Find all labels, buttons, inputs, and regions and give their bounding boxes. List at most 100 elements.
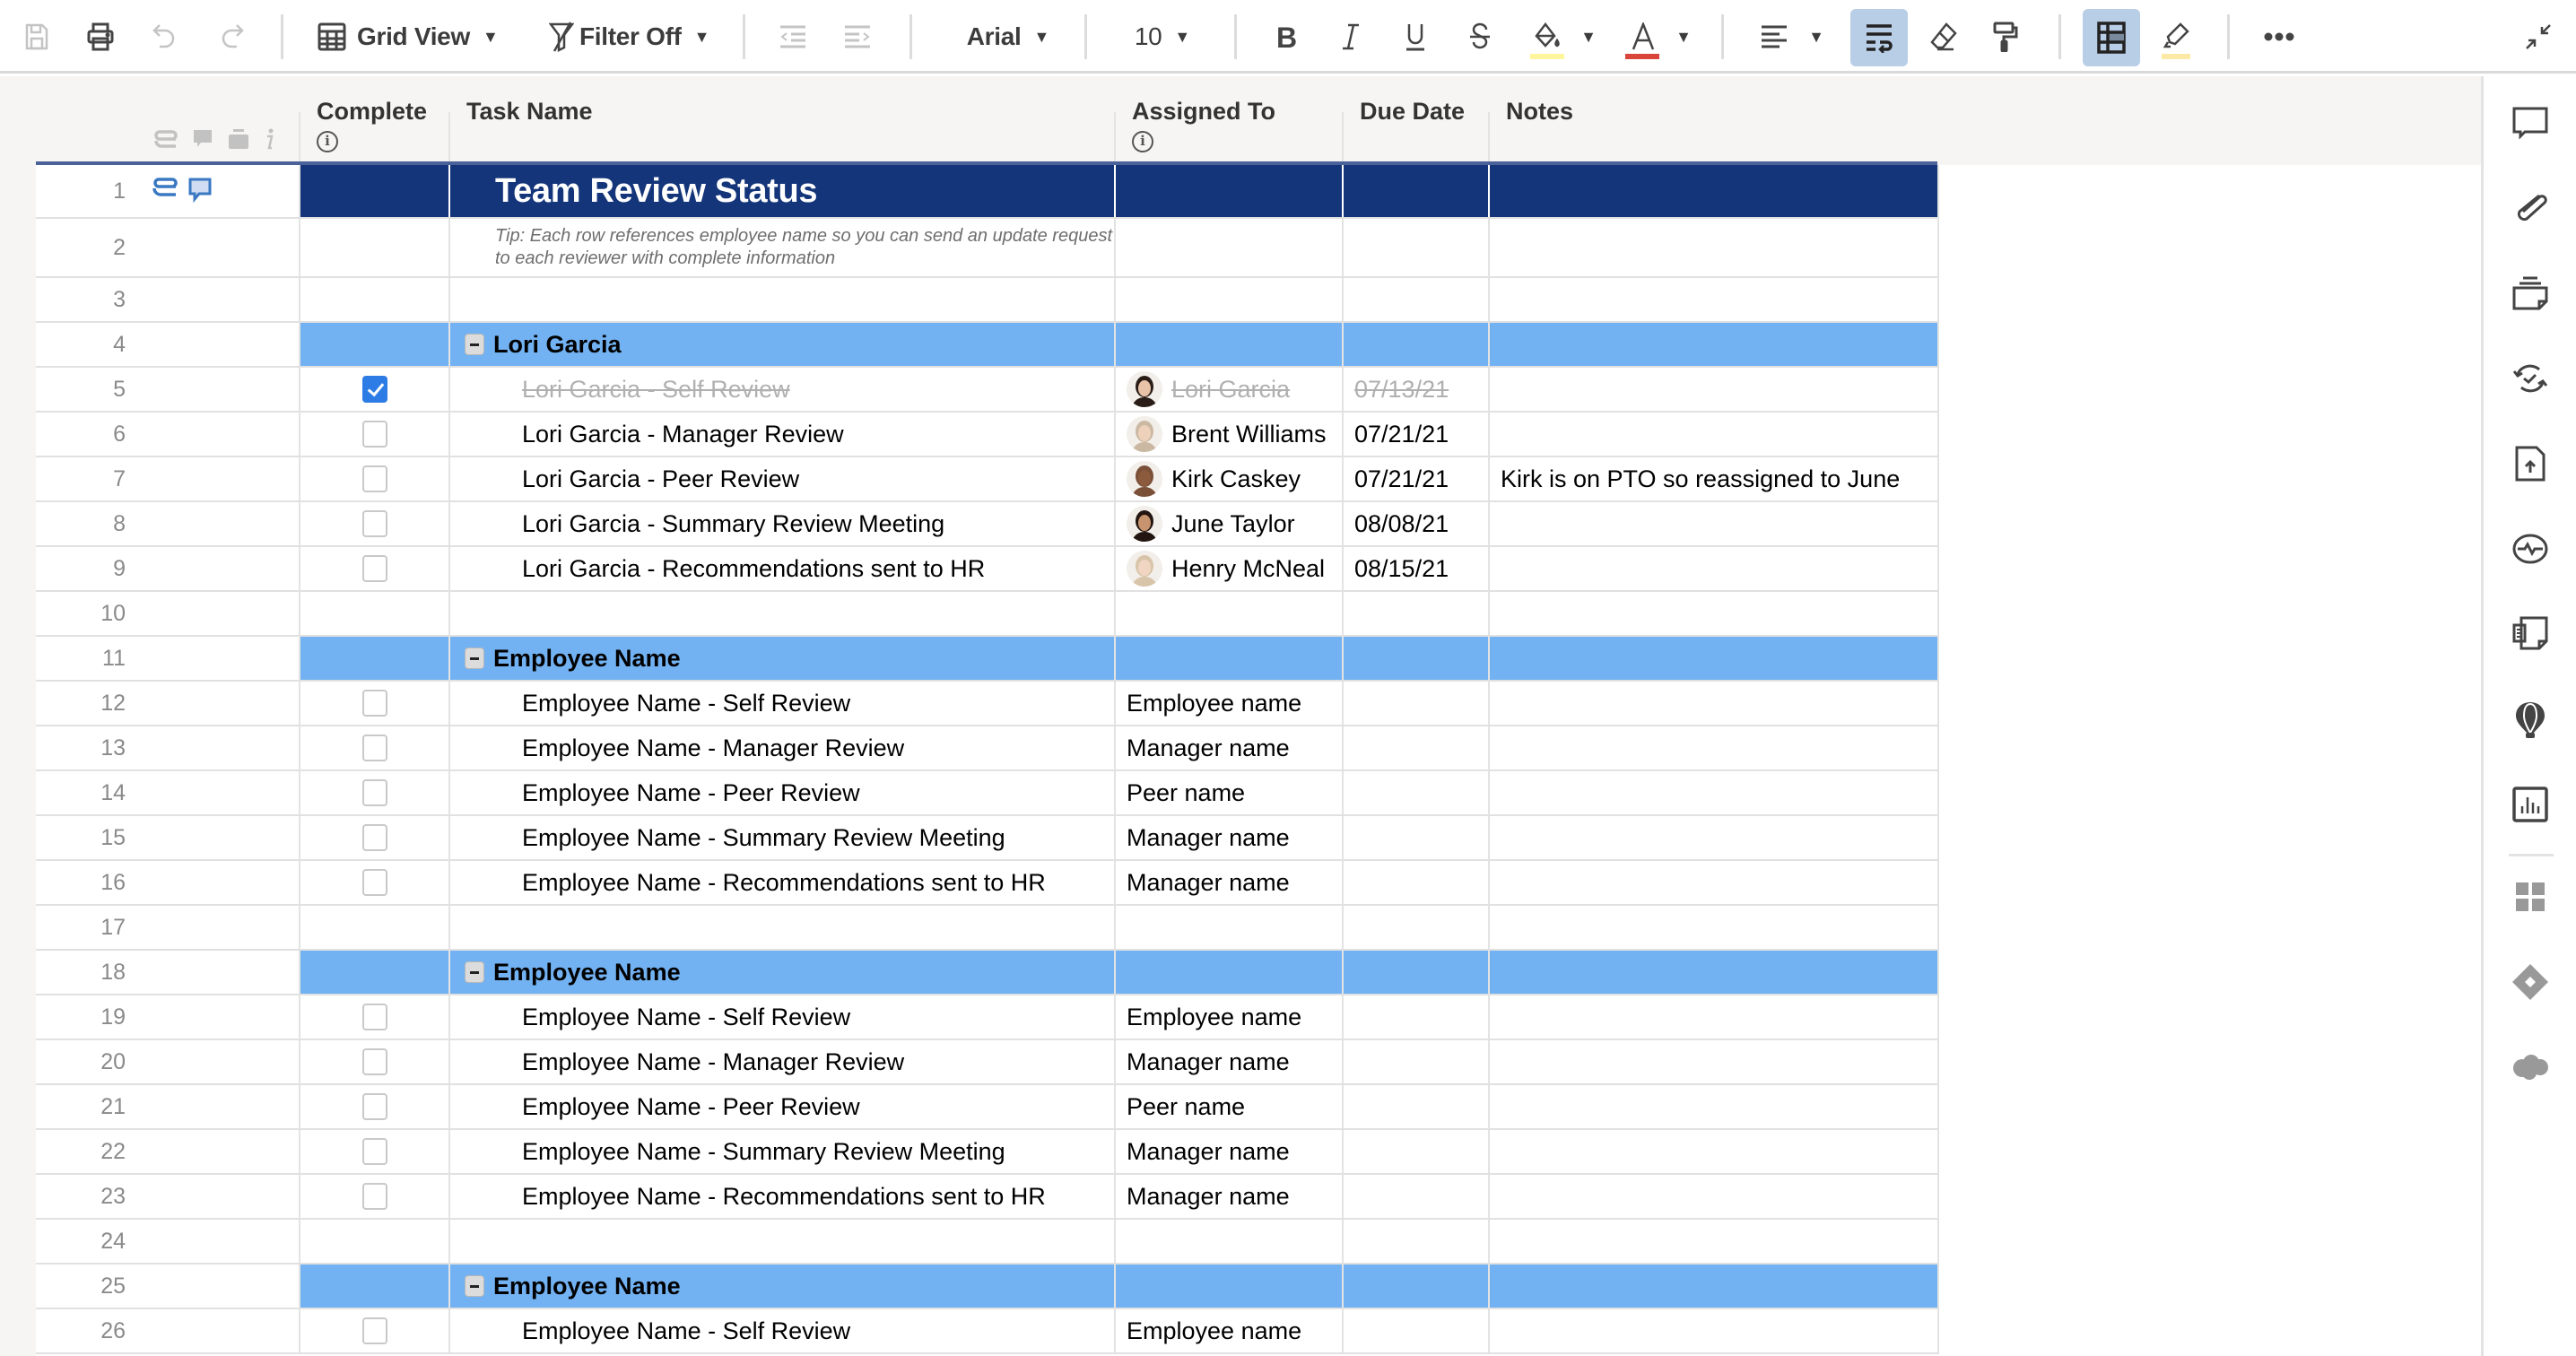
notes-cell[interactable] — [1490, 1130, 1939, 1173]
due-date-cell[interactable] — [1344, 592, 1490, 635]
conversations-button[interactable] — [2484, 96, 2576, 150]
notes-cell[interactable] — [1490, 592, 1939, 635]
row-number-cell[interactable]: 25 — [36, 1265, 300, 1308]
task-name-cell[interactable]: Lori Garcia - Peer Review — [450, 457, 1116, 500]
task-name-cell[interactable]: Employee Name - Recommendations sent to … — [450, 861, 1116, 904]
outdent-button[interactable] — [775, 13, 811, 61]
table-row[interactable]: 6 Lori Garcia - Manager Review Brent Willi… — [36, 413, 1939, 457]
notes-cell[interactable] — [1490, 861, 1939, 904]
due-date-cell[interactable] — [1344, 1130, 1490, 1173]
complete-cell[interactable] — [300, 1130, 450, 1173]
assigned-to-cell[interactable]: Peer name — [1116, 771, 1344, 814]
notes-cell[interactable] — [1490, 323, 1939, 366]
due-date-cell[interactable] — [1344, 323, 1490, 366]
bold-button[interactable]: B — [1266, 13, 1306, 61]
assigned-to-cell[interactable]: Henry McNeal — [1116, 547, 1344, 590]
due-date-cell[interactable] — [1344, 861, 1490, 904]
table-row[interactable]: 26 Employee Name - Self Review Employee na… — [36, 1309, 1939, 1354]
strikethrough-button[interactable] — [1460, 13, 1500, 61]
due-date-cell[interactable]: 08/15/21 — [1344, 547, 1490, 590]
table-row[interactable]: 3 — [36, 278, 1939, 323]
complete-cell[interactable] — [300, 413, 450, 456]
row-number-cell[interactable]: 26 — [36, 1309, 300, 1352]
assigned-to-cell[interactable]: Manager name — [1116, 1040, 1344, 1083]
table-row[interactable]: 22 Employee Name - Summary Review Meeting… — [36, 1130, 1939, 1175]
table-row[interactable]: 16 Employee Name - Recommendations sent t… — [36, 861, 1939, 906]
table-row[interactable]: 12 Employee Name - Self Review Employee na… — [36, 682, 1939, 726]
column-header-notes[interactable]: Notes — [1490, 76, 1938, 165]
row-number-cell[interactable]: 16 — [36, 861, 300, 904]
assigned-to-cell[interactable] — [1116, 592, 1344, 635]
notes-cell[interactable] — [1490, 1220, 1939, 1263]
notes-cell[interactable] — [1490, 502, 1939, 545]
complete-cell[interactable] — [300, 219, 450, 276]
complete-cell[interactable] — [300, 1085, 450, 1128]
task-name-cell[interactable]: Employee Name — [450, 951, 1116, 994]
assigned-to-cell[interactable] — [1116, 906, 1344, 949]
complete-checkbox[interactable] — [361, 690, 387, 717]
undo-button[interactable] — [145, 13, 185, 61]
complete-checkbox[interactable] — [361, 555, 387, 582]
task-name-cell[interactable]: Lori Garcia - Summary Review Meeting — [450, 502, 1116, 545]
row-number-cell[interactable]: 11 — [36, 637, 300, 680]
task-name-cell[interactable]: Employee Name - Summary Review Meeting — [450, 816, 1116, 859]
group-row[interactable]: 25 Employee Name — [36, 1265, 1939, 1309]
row-number-cell[interactable]: 7 — [36, 457, 300, 500]
notes-cell[interactable] — [1490, 219, 1939, 276]
notes-cell[interactable] — [1490, 816, 1939, 859]
indent-button[interactable] — [840, 13, 875, 61]
complete-checkbox[interactable] — [361, 465, 387, 492]
notes-cell[interactable] — [1490, 726, 1939, 769]
task-name-cell[interactable]: Employee Name - Self Review — [450, 995, 1116, 1039]
table-row[interactable]: 13 Employee Name - Manager Review Manager … — [36, 726, 1939, 771]
info-icon[interactable]: i — [317, 131, 338, 152]
complete-checkbox[interactable] — [361, 376, 387, 403]
due-date-cell[interactable] — [1344, 219, 1490, 276]
task-name-cell[interactable]: Employee Name - Manager Review — [450, 726, 1116, 769]
task-name-cell[interactable] — [450, 1220, 1116, 1263]
comment-indicator-icon[interactable] — [188, 178, 212, 203]
notes-cell[interactable] — [1490, 165, 1939, 217]
complete-cell[interactable] — [300, 995, 450, 1039]
task-name-cell[interactable]: Employee Name — [450, 637, 1116, 680]
row-number-cell[interactable]: 18 — [36, 951, 300, 994]
task-name-cell[interactable]: Employee Name - Recommendations sent to … — [450, 1175, 1116, 1218]
complete-checkbox[interactable] — [361, 510, 387, 537]
assigned-to-cell[interactable]: Lori Garcia — [1116, 368, 1344, 411]
align-dropdown[interactable]: ▼ — [1803, 13, 1830, 61]
row-number-cell[interactable]: 3 — [36, 278, 300, 321]
due-date-cell[interactable]: 07/13/21 — [1344, 368, 1490, 411]
notes-cell[interactable] — [1490, 547, 1939, 590]
due-date-cell[interactable] — [1344, 278, 1490, 321]
due-date-cell[interactable] — [1344, 682, 1490, 725]
task-name-cell[interactable] — [450, 278, 1116, 321]
task-name-cell[interactable]: Employee Name - Summary Review Meeting — [450, 1130, 1116, 1173]
notes-cell[interactable] — [1490, 951, 1939, 994]
redo-button[interactable] — [212, 13, 251, 61]
complete-cell[interactable] — [300, 1309, 450, 1352]
complete-cell[interactable] — [300, 726, 450, 769]
due-date-cell[interactable] — [1344, 165, 1490, 217]
assigned-to-cell[interactable]: Brent Williams — [1116, 413, 1344, 456]
row-number-cell[interactable]: 24 — [36, 1220, 300, 1263]
save-button[interactable] — [18, 13, 56, 61]
table-row[interactable]: 19 Employee Name - Self Review Employee na… — [36, 995, 1939, 1040]
complete-checkbox[interactable] — [361, 1048, 387, 1075]
notes-cell[interactable] — [1490, 368, 1939, 411]
task-name-cell[interactable]: Lori Garcia - Manager Review — [450, 413, 1116, 456]
format-painter-button[interactable] — [1986, 13, 2025, 61]
complete-checkbox[interactable] — [361, 824, 387, 851]
row-number-cell[interactable]: 1 — [36, 165, 300, 217]
complete-cell[interactable] — [300, 816, 450, 859]
due-date-cell[interactable]: 07/21/21 — [1344, 457, 1490, 500]
complete-cell[interactable] — [300, 682, 450, 725]
table-row[interactable]: 2 Tip: Each row references employee name … — [36, 219, 1939, 278]
row-number-cell[interactable]: 13 — [36, 726, 300, 769]
table-row[interactable]: 23 Employee Name - Recommendations sent t… — [36, 1175, 1939, 1220]
complete-cell[interactable] — [300, 457, 450, 500]
complete-cell[interactable] — [300, 951, 450, 994]
title-row[interactable]: 1 Team Review Status — [36, 165, 1939, 219]
group-row[interactable]: 4 Lori Garcia — [36, 323, 1939, 368]
salesforce-connector-button[interactable] — [2484, 1040, 2576, 1094]
align-button[interactable] — [1754, 13, 1794, 61]
